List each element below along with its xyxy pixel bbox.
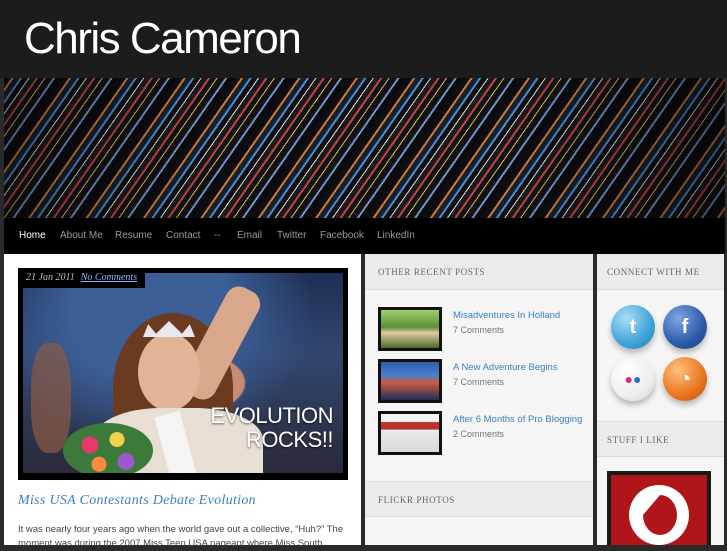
photo-face: [138, 333, 200, 411]
stuff-heading: STUFF I LIKE: [597, 421, 724, 457]
stuff-badge-background: [611, 475, 707, 545]
site-header: Chris Cameron: [0, 0, 727, 78]
featured-image-frame[interactable]: EVOLUTION ROCKS!! 21 Jan 2011 No Comments: [18, 268, 348, 480]
recent-post-thumbnail[interactable]: [378, 359, 442, 403]
stuff-badge[interactable]: [607, 471, 711, 545]
main-content: EVOLUTION ROCKS!! 21 Jan 2011 No Comments…: [4, 254, 361, 549]
featured-photo[interactable]: EVOLUTION ROCKS!!: [23, 273, 343, 473]
recent-posts-heading: OTHER RECENT POSTS: [365, 254, 593, 290]
rss-icon[interactable]: ◔: [663, 357, 707, 401]
photo-background-figure: [31, 343, 71, 453]
recent-post-item[interactable]: After 6 Months of Pro Blogging 2 Comment…: [378, 411, 588, 457]
sidebar-right: CONNECT WITH ME t f ●● ◔ STUFF I LIKE: [597, 254, 724, 545]
nav-item-linkedin[interactable]: LinkedIn: [377, 230, 415, 241]
nav-item-contact[interactable]: Contact: [166, 230, 200, 241]
recent-post-comments: 2 Comments: [453, 429, 505, 439]
post-date: 21 Jan 2011: [26, 272, 75, 283]
header-banner-image: [4, 78, 725, 218]
post-meta-bar: 21 Jan 2011 No Comments: [18, 268, 146, 288]
photo-bouquet: [63, 423, 153, 473]
recent-post-thumbnail[interactable]: [378, 307, 442, 351]
recent-post-item[interactable]: A New Adventure Begins 7 Comments: [378, 359, 588, 405]
recent-post-title[interactable]: Misadventures In Holland: [453, 310, 560, 321]
recent-post-comments: 7 Comments: [453, 377, 505, 387]
post-comments-link[interactable]: No Comments: [81, 272, 137, 283]
flickr-heading: FLICKR PHOTOS: [365, 481, 593, 517]
nav-item-about-me[interactable]: About Me: [60, 230, 103, 241]
overlay-line-1: EVOLUTION: [210, 403, 333, 428]
nav-item-twitter[interactable]: Twitter: [277, 230, 306, 241]
flickr-icon[interactable]: ●●: [611, 357, 655, 401]
nav-item-home[interactable]: Home: [19, 230, 46, 241]
image-overlay-text: EVOLUTION ROCKS!!: [210, 404, 333, 452]
recent-post-item[interactable]: Misadventures In Holland 7 Comments: [378, 307, 588, 353]
nav-item-resume[interactable]: Resume: [115, 230, 152, 241]
main-nav: Home About Me Resume Contact -- Email Tw…: [4, 218, 725, 254]
sidebar-middle: OTHER RECENT POSTS Misadventures In Holl…: [365, 254, 593, 545]
twitter-icon[interactable]: t: [611, 305, 655, 349]
recent-post-thumbnail[interactable]: [378, 411, 442, 455]
stuff-badge-logo: [629, 485, 689, 545]
post-excerpt: It was nearly four years ago when the wo…: [18, 524, 344, 549]
nav-item-email[interactable]: Email: [237, 230, 262, 241]
nav-separator: --: [214, 230, 221, 241]
nav-item-facebook[interactable]: Facebook: [320, 230, 364, 241]
site-title[interactable]: Chris Cameron: [24, 14, 302, 64]
recent-post-comments: 7 Comments: [453, 325, 505, 335]
post-title[interactable]: Miss USA Contestants Debate Evolution: [18, 493, 256, 509]
recent-post-title[interactable]: After 6 Months of Pro Blogging: [453, 414, 582, 425]
overlay-line-2: ROCKS!!: [246, 427, 333, 452]
recent-post-title[interactable]: A New Adventure Begins: [453, 362, 558, 373]
connect-heading: CONNECT WITH ME: [597, 254, 724, 290]
facebook-icon[interactable]: f: [663, 305, 707, 349]
